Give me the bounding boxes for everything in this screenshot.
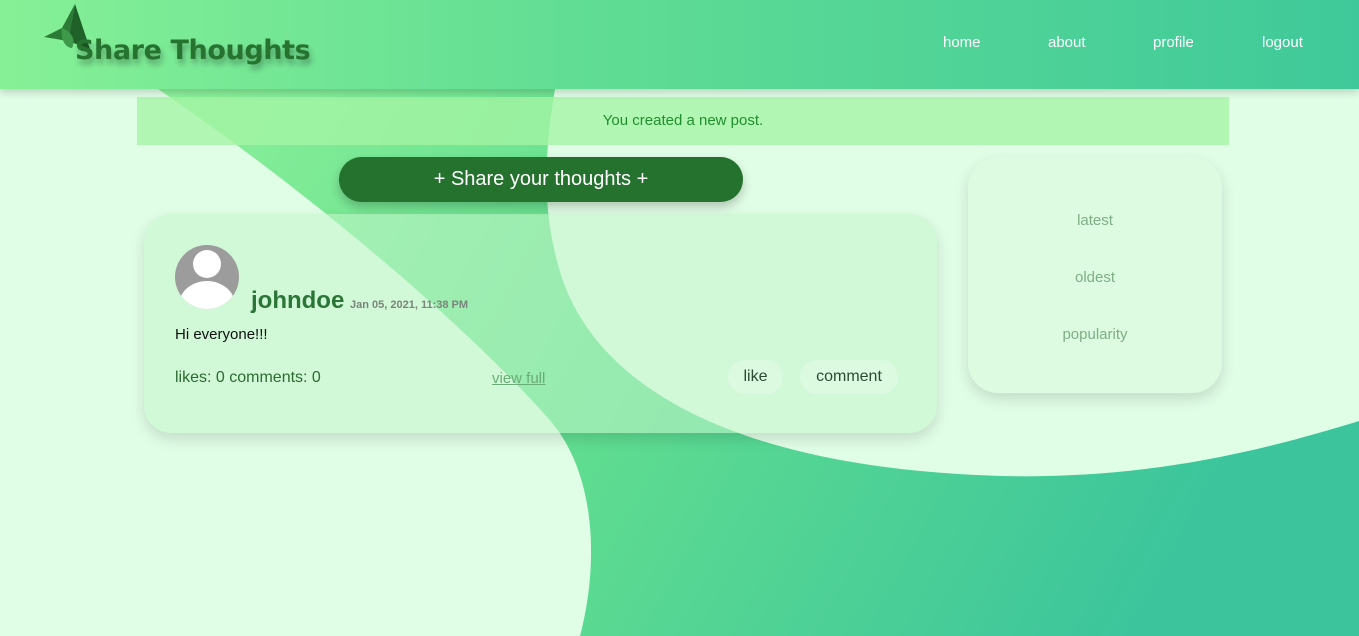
comment-button[interactable]: comment xyxy=(800,360,898,394)
success-alert: You created a new post. xyxy=(137,97,1229,145)
nav-about-link[interactable]: about xyxy=(1048,34,1086,51)
post-stats: likes: 0 comments: 0 xyxy=(175,369,321,386)
share-thoughts-button[interactable]: + Share your thoughts + xyxy=(339,157,743,202)
user-avatar-icon xyxy=(175,245,239,309)
sort-popularity-option[interactable]: popularity xyxy=(968,326,1222,343)
alert-message: You created a new post. xyxy=(602,112,764,129)
sort-panel: latest oldest popularity xyxy=(968,157,1222,393)
sort-latest-option[interactable]: latest xyxy=(968,212,1222,229)
logo[interactable]: Share Thoughts xyxy=(42,4,342,74)
post-date: Jan 05, 2021, 11:38 PM xyxy=(350,299,469,311)
nav-home-link[interactable]: home xyxy=(943,34,981,51)
nav-profile-link[interactable]: profile xyxy=(1153,34,1194,51)
nav-logout-link[interactable]: logout xyxy=(1262,34,1303,51)
navbar: Share Thoughts home about profile logout xyxy=(0,0,1359,89)
post-body: Hi everyone!!! xyxy=(175,326,268,343)
post-card: johndoe Jan 05, 2021, 11:38 PM Hi everyo… xyxy=(144,214,937,433)
brand-title: Share Thoughts xyxy=(75,35,311,66)
post-username[interactable]: johndoe xyxy=(251,287,344,315)
like-button[interactable]: like xyxy=(728,360,783,394)
view-full-link[interactable]: view full xyxy=(492,370,545,387)
sort-oldest-option[interactable]: oldest xyxy=(968,269,1222,286)
